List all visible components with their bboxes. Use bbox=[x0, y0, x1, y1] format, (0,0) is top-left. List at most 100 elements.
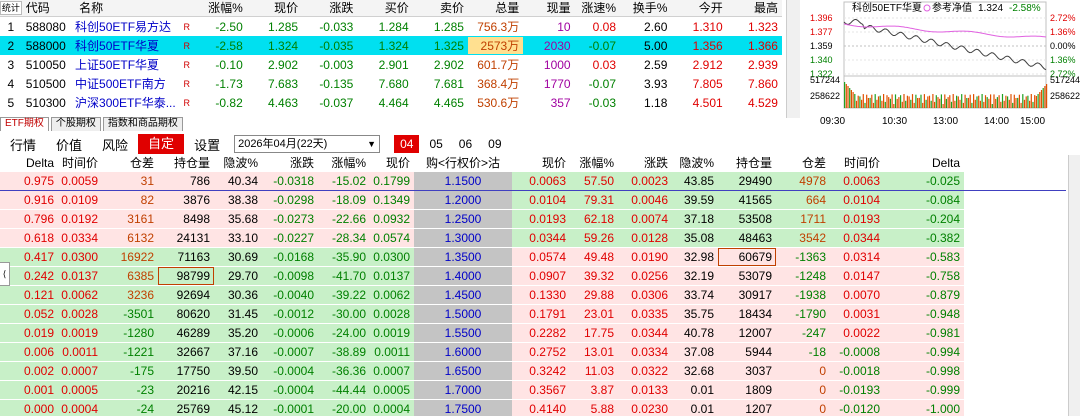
chain-cell-c-oid: -175 bbox=[102, 362, 158, 380]
chain-cell-k: 1.4500 bbox=[414, 286, 512, 304]
quote-row[interactable]: 3 510050 上证50ETF华夏 R -0.10 2.902 -0.003 2.901 2.… bbox=[0, 55, 782, 74]
col-header[interactable]: 名称 bbox=[75, 0, 195, 16]
quote-row[interactable]: 2 588000 科创50ETF华夏 R -2.58 1.324 -0.035 1.324 1.… bbox=[0, 36, 782, 55]
tab-index-commodity-options[interactable]: 指数和商品期权 bbox=[102, 117, 183, 131]
chain-row[interactable]: 0.052 0.0028 -3501 80620 31.45 -0.0012 -30.00 0… bbox=[0, 305, 1066, 324]
security-code: 510300 bbox=[25, 95, 66, 110]
chain-col-header[interactable]: 时间价 bbox=[58, 155, 102, 172]
chain-row[interactable]: 0.417 0.0300 16922 71163 30.69 -0.0168 -35.90 0… bbox=[0, 248, 1066, 267]
view-custom-button[interactable]: 自定 bbox=[138, 134, 185, 154]
month-05[interactable]: 05 bbox=[423, 135, 448, 153]
col-header[interactable]: 买价 bbox=[357, 0, 412, 16]
chain-cell-c-oid: 6132 bbox=[102, 229, 158, 247]
chain-cell-c-px: 0.0011 bbox=[370, 343, 414, 361]
volume-bar bbox=[891, 94, 893, 108]
chain-col-header[interactable]: 现价 bbox=[512, 155, 570, 172]
col-header[interactable]: 最高 bbox=[727, 0, 782, 16]
col-header[interactable]: 今开 bbox=[671, 0, 726, 16]
chain-cell-c-px: 0.0019 bbox=[370, 324, 414, 342]
chain-col-header[interactable]: 仓差 bbox=[776, 155, 830, 172]
quote-vol: 601.7万 bbox=[477, 58, 520, 72]
view-risk-button[interactable]: 风险 bbox=[92, 135, 138, 154]
month-04[interactable]: 04 bbox=[394, 135, 420, 153]
chain-row[interactable]: 0.916 0.0109 82 3876 38.38 -0.0298 -18.09 0.134… bbox=[0, 191, 1066, 210]
vol-tick-right: 258622 bbox=[1050, 91, 1080, 101]
chain-col-header[interactable]: 持仓量 bbox=[158, 155, 214, 172]
side-collapse-icon[interactable]: ⟨ bbox=[0, 262, 10, 286]
chain-col-header[interactable]: 隐波% bbox=[214, 155, 262, 172]
col-header[interactable]: 现价 bbox=[247, 0, 302, 16]
chain-col-header[interactable]: 涨幅% bbox=[570, 155, 618, 172]
chain-col-header[interactable]: 涨跌 bbox=[262, 155, 318, 172]
chain-cell-p-pct: 17.75 bbox=[570, 324, 618, 342]
chain-cell-p-iv: 39.59 bbox=[672, 191, 718, 209]
col-header[interactable]: 换手% bbox=[620, 0, 671, 16]
chain-cell-c-delta: 0.006 bbox=[0, 343, 58, 361]
quote-row[interactable]: 1 588080 科创50ETF易方达 R -2.50 1.285 -0.033 1.284 1… bbox=[0, 17, 782, 36]
chain-col-header[interactable]: 持仓量 bbox=[718, 155, 776, 172]
chain-col-header[interactable]: 仓差 bbox=[102, 155, 158, 172]
chain-col-header[interactable]: 购<行权价>沽 bbox=[414, 155, 512, 172]
col-header[interactable]: 总量 bbox=[468, 0, 523, 16]
chain-cell-c-iv: 39.50 bbox=[214, 362, 262, 380]
chain-row[interactable]: 0.002 0.0007 -175 17750 39.50 -0.0004 -36.36 0.… bbox=[0, 362, 1066, 381]
col-header[interactable]: 代码 bbox=[22, 0, 75, 16]
stats-button[interactable]: 统计 bbox=[0, 1, 22, 15]
chain-row[interactable]: 0.019 0.0019 -1280 46289 35.20 -0.0006 -24.00 0… bbox=[0, 324, 1066, 343]
quote-row[interactable]: 5 510300 沪深300ETF华泰... R -0.82 4.463 -0.037 4.4… bbox=[0, 93, 782, 112]
chain-row[interactable]: 0.006 0.0011 -1221 32667 37.16 -0.0007 -38.89 0… bbox=[0, 343, 1066, 362]
col-header[interactable]: 涨幅% bbox=[195, 0, 246, 16]
chain-row[interactable]: 0.121 0.0062 3236 92694 30.36 -0.0040 -39.22 0.… bbox=[0, 286, 1066, 305]
chain-row[interactable]: 0.975 0.0059 31 786 40.34 -0.0318 -15.02 0.1799… bbox=[0, 172, 1066, 191]
chain-cell-p-iv: 35.08 bbox=[672, 229, 718, 247]
chain-cell-p-tv: 0.0344 bbox=[830, 229, 884, 247]
chain-cell-p-delta: -0.583 bbox=[884, 248, 964, 266]
volume-bar bbox=[927, 96, 929, 108]
chain-row[interactable]: 0.242 0.0137 6385 98799 29.70 -0.0098 -41.70 0.… bbox=[0, 267, 1066, 286]
volume-bar bbox=[886, 95, 888, 108]
month-06[interactable]: 06 bbox=[453, 135, 478, 153]
volume-bar bbox=[1042, 88, 1044, 108]
chain-row[interactable]: 0.618 0.0334 6132 24131 33.10 -0.0227 -28.34 0.… bbox=[0, 229, 1066, 248]
chain-cell-p-oid: -1790 bbox=[776, 305, 830, 323]
chain-col-header[interactable]: 隐波% bbox=[672, 155, 718, 172]
month-09[interactable]: 09 bbox=[482, 135, 507, 153]
col-header[interactable]: 卖价 bbox=[413, 0, 468, 16]
chain-row[interactable]: 0.000 0.0004 -24 25769 45.12 -0.0001 -20.00 0.0… bbox=[0, 400, 1066, 416]
chain-row[interactable]: 0.796 0.0192 3161 8498 35.68 -0.0273 -22.66 0.0… bbox=[0, 210, 1066, 229]
chain-cell-p-px: 0.0344 bbox=[512, 229, 570, 247]
security-code: 588080 bbox=[25, 19, 66, 34]
chain-cell-p-px: 0.3567 bbox=[512, 381, 570, 399]
volume-bar bbox=[855, 100, 858, 108]
chain-cell-p-iv: 0.01 bbox=[672, 381, 718, 399]
row-index: 1 bbox=[7, 19, 15, 34]
chain-col-header[interactable]: 涨幅% bbox=[318, 155, 370, 172]
settings-button[interactable]: 设置 bbox=[184, 135, 230, 154]
tab-stock-options[interactable]: 个股期权 bbox=[50, 117, 101, 131]
chain-cell-c-oi: 46289 bbox=[158, 324, 214, 342]
quote-scrollbar[interactable] bbox=[786, 0, 800, 118]
chain-col-header[interactable]: Delta bbox=[0, 155, 58, 172]
col-header[interactable]: 涨速% bbox=[575, 0, 620, 16]
chain-cell-p-oid: -18 bbox=[776, 343, 830, 361]
tab-etf-options[interactable]: ETF期权 bbox=[0, 117, 49, 131]
quote-row[interactable]: 4 510500 中证500ETF南方 R -1.73 7.683 -0.135 7.680 7… bbox=[0, 74, 782, 93]
chain-cell-c-oi: 32667 bbox=[158, 343, 214, 361]
chain-col-header[interactable]: 现价 bbox=[370, 155, 414, 172]
chain-scrollbar[interactable] bbox=[1068, 155, 1080, 416]
volume-bar bbox=[908, 96, 910, 108]
margin-flag: R bbox=[183, 40, 191, 51]
view-value-button[interactable]: 价值 bbox=[46, 135, 92, 154]
chain-col-header[interactable]: 时间价 bbox=[830, 155, 884, 172]
chain-col-header[interactable]: 涨跌 bbox=[618, 155, 672, 172]
intraday-chart[interactable]: 1.396 2.72% 1.377 1.36% 1.359 0.00% 1.340 1.36%… bbox=[808, 0, 1080, 128]
col-header[interactable]: 涨跌 bbox=[302, 0, 357, 16]
col-header[interactable]: 现量 bbox=[523, 0, 574, 16]
chain-cell-p-oi: 30917 bbox=[718, 286, 776, 304]
chain-row[interactable]: 0.001 0.0005 -23 20216 42.15 -0.0004 -44.44 0.0… bbox=[0, 381, 1066, 400]
quote-turn: 1.18 bbox=[644, 95, 668, 110]
chain-cell-k: 1.5000 bbox=[414, 305, 512, 323]
chain-col-header[interactable]: Delta bbox=[884, 155, 964, 172]
view-quote-button[interactable]: 行情 bbox=[0, 135, 46, 154]
expiry-select[interactable]: 2026年04月(22天) ▼ bbox=[234, 135, 381, 153]
